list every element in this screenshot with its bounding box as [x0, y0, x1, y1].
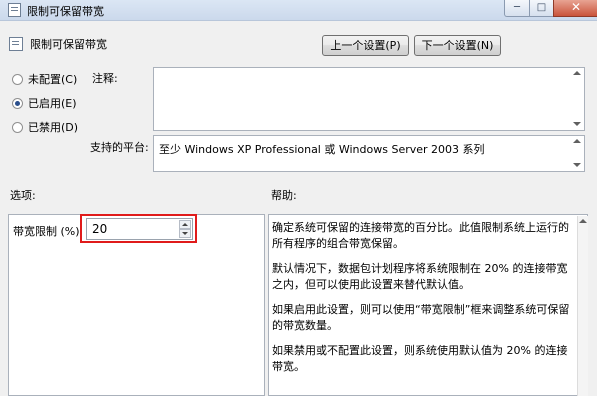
radio-indicator[interactable]: [12, 97, 23, 109]
minimize-button[interactable]: ─: [504, 0, 530, 17]
highlight-box: [80, 214, 197, 243]
radio-disabled[interactable]: 已禁用(D): [12, 119, 78, 135]
scroll-up-icon[interactable]: [573, 71, 581, 75]
help-paragraph: 如果禁用或不配置此设置，则系统使用默认值为 20% 的连接带宽。: [272, 344, 568, 373]
help-paragraph: 默认情况下，数据包计划程序将系统限制在 20% 的连接带宽之内，但可以使用此设置…: [272, 262, 568, 291]
window-title: 限制可保留带宽: [27, 5, 104, 18]
comment-label: 注释:: [92, 72, 118, 85]
scroll-down-icon[interactable]: [573, 163, 581, 167]
supported-label: 支持的平台:: [90, 141, 149, 154]
scroll-down-icon[interactable]: [573, 122, 581, 126]
previous-setting-button[interactable]: 上一个设置(P): [322, 35, 409, 56]
scroll-up-icon[interactable]: [579, 219, 587, 223]
radio-not-configured[interactable]: 未配置(C): [12, 71, 77, 87]
supported-field: 至少 Windows XP Professional 或 Windows Ser…: [153, 135, 585, 172]
scroll-up-icon[interactable]: [573, 139, 581, 143]
next-setting-button[interactable]: 下一个设置(N): [414, 35, 501, 56]
help-text: 确定系统可保留的连接带宽的百分比。此值限制系统上运行的所有程序的组合带宽保留。 …: [272, 220, 570, 384]
comment-textarea[interactable]: [153, 67, 585, 131]
options-label: 选项:: [10, 189, 36, 202]
close-button[interactable]: ✕: [553, 0, 597, 17]
radio-enabled[interactable]: 已启用(E): [12, 95, 77, 111]
title-bar: 限制可保留带宽 ─ □ ✕: [0, 0, 597, 21]
radio-label: 已启用(E): [28, 97, 77, 110]
setting-title: 限制可保留带宽: [30, 38, 107, 51]
radio-indicator[interactable]: [12, 121, 23, 133]
setting-icon: [9, 37, 23, 51]
radio-label: 已禁用(D): [28, 121, 79, 134]
maximize-button[interactable]: □: [529, 0, 554, 17]
help-scrollbar[interactable]: [577, 216, 588, 396]
supported-text: 至少 Windows XP Professional 或 Windows Ser…: [159, 143, 485, 156]
help-paragraph: 确定系统可保留的连接带宽的百分比。此值限制系统上运行的所有程序的组合带宽保留。: [272, 221, 569, 250]
bandwidth-limit-label: 带宽限制 (%):: [13, 225, 84, 238]
help-paragraph: 如果启用此设置，则可以使用“带宽限制”框来调整系统可保留的带宽数量。: [272, 303, 570, 332]
help-label: 帮助:: [271, 189, 297, 202]
radio-indicator[interactable]: [12, 73, 23, 85]
radio-label: 未配置(C): [28, 73, 78, 86]
policy-icon: [8, 3, 21, 17]
